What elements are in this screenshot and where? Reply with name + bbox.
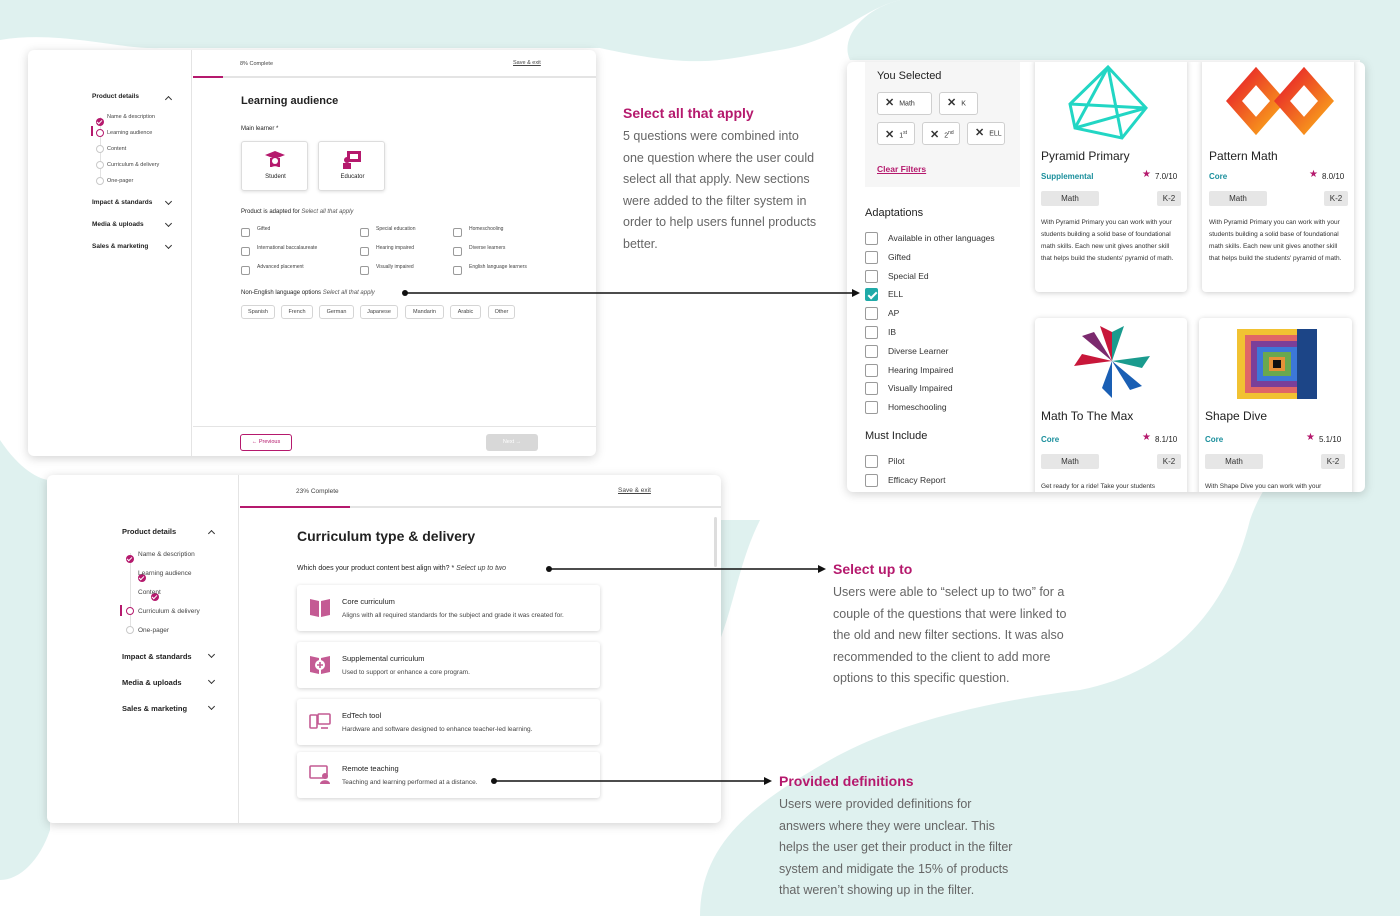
connector-lines	[402, 289, 860, 785]
